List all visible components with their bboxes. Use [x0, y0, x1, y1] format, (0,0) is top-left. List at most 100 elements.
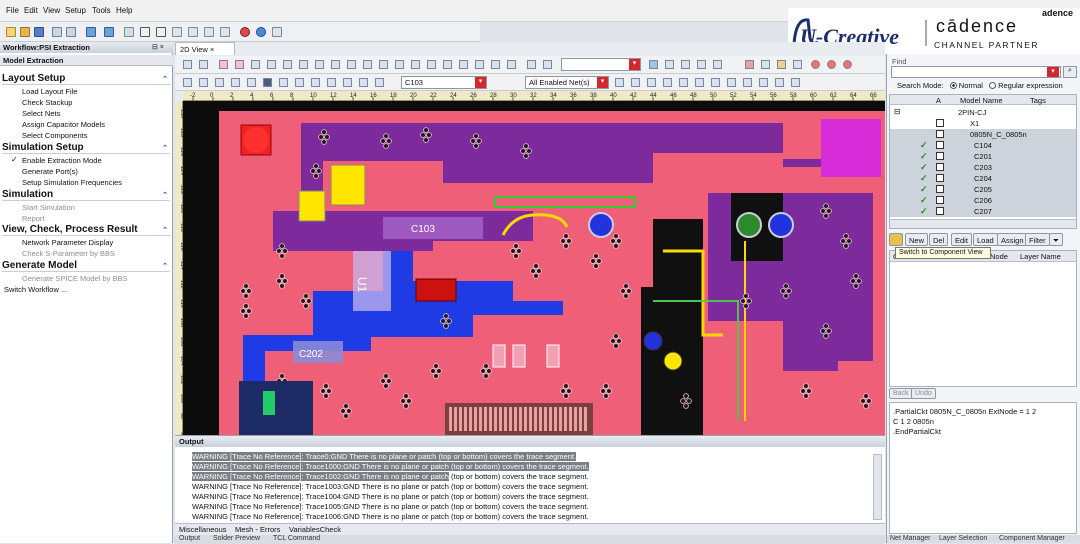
abort-icon[interactable] — [827, 60, 836, 69]
tab-miscellaneous[interactable]: Miscellaneous — [179, 525, 227, 534]
stop-sim-icon[interactable] — [811, 60, 820, 69]
tree-row[interactable]: ✓ C207 — [890, 206, 1076, 217]
tab-mesh-errors[interactable]: Mesh - Errors — [235, 525, 280, 534]
item-start-simulation[interactable]: Start Simulation — [22, 203, 75, 212]
rotate-icon[interactable] — [327, 78, 336, 87]
export-icon[interactable] — [697, 60, 706, 69]
undo-button[interactable]: Undo — [911, 388, 936, 399]
col-tags[interactable]: Tags — [1030, 96, 1046, 105]
collapse-icon[interactable]: ⌃ — [162, 144, 168, 152]
item-generate-spice-model-by-bbs[interactable]: Generate SPICE Model by BBS — [22, 274, 127, 283]
grid-toggle-icon[interactable] — [527, 60, 536, 69]
filter-net-icon[interactable] — [615, 78, 624, 87]
tree-row[interactable]: ✓ C203 — [890, 162, 1076, 173]
output-line[interactable]: WARNING [Trace No Reference]: Trace1004:… — [192, 492, 589, 501]
section-simulation-setup[interactable]: Simulation Setup ⌃ — [2, 142, 170, 154]
tree-row[interactable]: ✓ C205 — [890, 184, 1076, 195]
item-check-stackup[interactable]: Check Stackup — [22, 98, 72, 107]
toggle-visibility-icon[interactable] — [679, 78, 688, 87]
find-net-icon[interactable] — [631, 78, 640, 87]
net-icon[interactable] — [411, 60, 420, 69]
pan-tool-icon[interactable] — [283, 60, 292, 69]
mesh-icon[interactable] — [459, 60, 468, 69]
select-net-icon[interactable] — [199, 78, 208, 87]
radio-regex[interactable] — [989, 82, 997, 89]
info-icon[interactable] — [793, 60, 802, 69]
via-icon[interactable] — [775, 78, 784, 87]
output-line[interactable]: WARNING [Trace No Reference]: Trace0:GND… — [192, 452, 577, 461]
item-load-layout-file[interactable]: Load Layout File — [22, 87, 77, 96]
section-layout-setup[interactable]: Layout Setup ⌃ — [2, 73, 170, 85]
tab-component-manager[interactable]: Component Manager — [999, 535, 1065, 542]
add-shape-icon[interactable] — [363, 60, 372, 69]
item-enable-extraction-mode[interactable]: Enable Extraction Mode — [22, 156, 102, 165]
play-icon[interactable] — [761, 60, 770, 69]
delete-button[interactable]: Del — [929, 233, 949, 246]
filter-button[interactable]: Filter — [1025, 233, 1050, 246]
options-icon[interactable] — [681, 60, 690, 69]
highlight-icon[interactable] — [427, 60, 436, 69]
output-line[interactable]: WARNING [Trace No Reference]: Trace1000:… — [192, 462, 589, 471]
new-file-icon[interactable] — [6, 27, 16, 37]
zoom-in-icon[interactable] — [219, 60, 228, 69]
chevron-down-icon[interactable]: ▾ — [475, 77, 486, 88]
save-icon[interactable] — [34, 27, 44, 37]
col-a[interactable]: A — [936, 96, 941, 105]
pin-toggle-icon[interactable] — [791, 78, 800, 87]
layer-top-icon[interactable] — [183, 60, 192, 69]
item-select-nets[interactable]: Select Nets — [22, 109, 60, 118]
expand-icon[interactable]: ⊟ — [894, 107, 900, 116]
item-select-components[interactable]: Select Components — [22, 131, 87, 140]
menu-file[interactable]: File — [6, 6, 19, 15]
component-icon[interactable] — [395, 60, 404, 69]
outline-icon[interactable] — [727, 78, 736, 87]
tree-row[interactable]: ✓ C104 — [890, 140, 1076, 151]
tab-net-manager[interactable]: Net Manager — [890, 535, 930, 542]
tree-row[interactable]: ✓ C206 — [890, 195, 1076, 206]
fill-icon[interactable] — [743, 78, 752, 87]
output-line[interactable]: WARNING [Trace No Reference]: Trace1003:… — [192, 482, 589, 491]
chevron-down-icon[interactable]: ▾ — [629, 59, 640, 70]
delete-icon[interactable] — [507, 60, 516, 69]
col-node[interactable]: Node — [990, 252, 1008, 261]
collapse-icon[interactable]: ⌃ — [162, 191, 168, 199]
paste-shape-icon[interactable] — [375, 78, 384, 87]
output-line[interactable]: WARNING [Trace No Reference]: Trace1002:… — [192, 472, 589, 481]
open-folder-icon[interactable] — [20, 27, 30, 37]
switch-workflow-link[interactable]: Switch Workflow ... — [4, 285, 67, 294]
section-generate-model[interactable]: Generate Model ⌃ — [2, 260, 170, 272]
section-view-check-process-result[interactable]: View, Check, Process Result ⌃ — [2, 224, 170, 236]
pin-icon[interactable]: ⊟ × — [152, 43, 164, 51]
run-icon[interactable] — [256, 27, 266, 37]
copy-icon[interactable] — [66, 27, 76, 37]
import-icon[interactable] — [713, 60, 722, 69]
menu-edit[interactable]: Edit — [24, 6, 38, 15]
collapse-icon[interactable]: ⌃ — [162, 75, 168, 83]
net-filter-combo[interactable]: All Enabled Net(s) ▾ — [525, 76, 609, 89]
flip-icon[interactable] — [311, 78, 320, 87]
section-simulation[interactable]: Simulation ⌃ — [2, 189, 170, 201]
item-setup-simulation-frequencies[interactable]: Setup Simulation Frequencies — [22, 178, 122, 187]
tab-solder-preview[interactable]: Solder Preview — [213, 535, 260, 542]
port-icon[interactable] — [491, 60, 500, 69]
show-all-icon[interactable] — [647, 78, 656, 87]
assign-button[interactable]: Assign — [997, 233, 1028, 246]
add-via-icon[interactable] — [347, 60, 356, 69]
undo-icon[interactable] — [86, 27, 96, 37]
load-button[interactable]: Load — [973, 233, 998, 246]
item-network-parameter-display[interactable]: Network Parameter Display — [22, 238, 113, 247]
tab-2d-view[interactable]: 2D View × — [175, 42, 235, 55]
tab-tcl-command[interactable]: TCL Command — [273, 535, 320, 542]
zoom-window-icon[interactable] — [267, 60, 276, 69]
check-icon[interactable]: ✓ — [920, 162, 928, 173]
measure-tool-icon[interactable] — [315, 60, 324, 69]
cursor-icon[interactable] — [140, 27, 150, 37]
distribute-icon[interactable] — [295, 78, 304, 87]
check-icon[interactable]: ✓ — [920, 184, 928, 195]
menu-view[interactable]: View — [43, 6, 60, 15]
edit-button[interactable]: Edit — [951, 233, 972, 246]
funnel-icon[interactable]: ⏷ — [1049, 233, 1063, 246]
tree-scrollbar[interactable] — [890, 219, 1076, 228]
tree-row[interactable]: ✓ C204 — [890, 173, 1076, 184]
redo-icon[interactable] — [104, 27, 114, 37]
